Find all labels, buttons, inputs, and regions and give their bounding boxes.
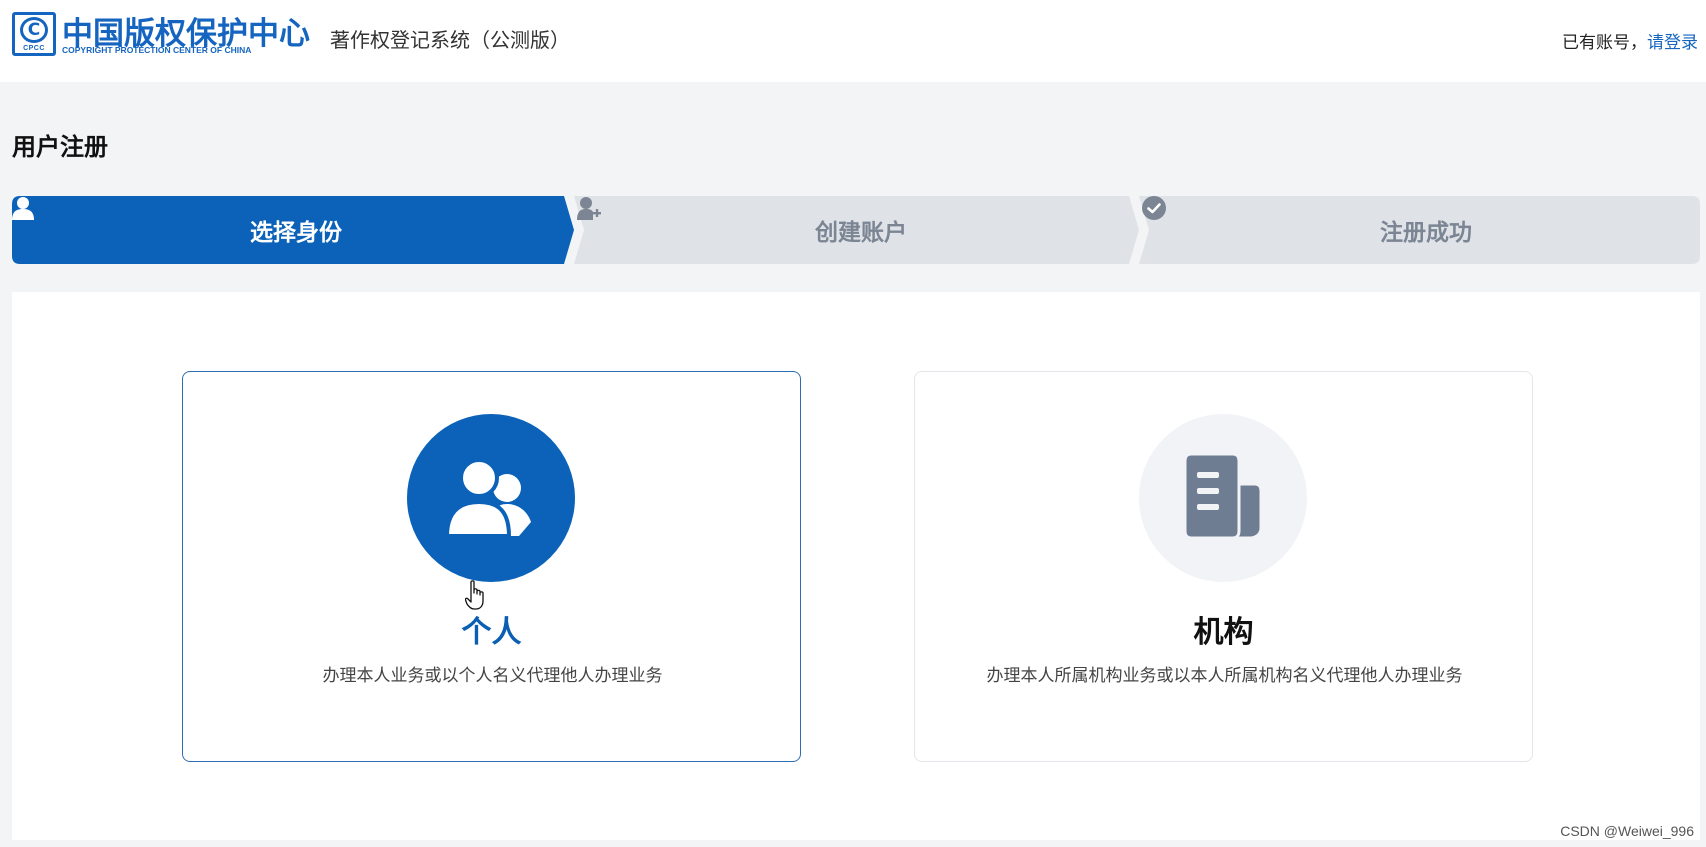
identity-icon-circle xyxy=(1139,414,1307,582)
step-registration-success: 注册成功 xyxy=(1142,196,1702,264)
step-label: 注册成功 xyxy=(1380,220,1472,246)
document-icon xyxy=(1183,452,1263,542)
step-label: 选择身份 xyxy=(250,220,342,246)
copyright-logo-icon: C CPCC xyxy=(12,12,56,56)
step-label: 创建账户 xyxy=(815,220,907,246)
identity-name: 个人 xyxy=(461,615,522,650)
identity-description: 办理本人业务或以个人名义代理他人办理业务 xyxy=(322,666,663,686)
cpcc-logo[interactable]: C CPCC 中国版权保护中心 COPYRIGHT PROTECTION CEN… xyxy=(12,12,310,56)
page-title: 用户注册 xyxy=(12,133,108,161)
top-header: C CPCC 中国版权保护中心 COPYRIGHT PROTECTION CEN… xyxy=(0,0,1706,82)
account-prompt: 已有账号，请登录 xyxy=(1562,28,1698,53)
organization-identity-card[interactable]: 机构 办理本人所属机构业务或以本人所属机构名义代理他人办理业务 xyxy=(914,371,1533,762)
identity-icon-circle xyxy=(407,414,575,582)
login-link[interactable]: 请登录 xyxy=(1647,33,1698,53)
personal-identity-card[interactable]: 个人 办理本人业务或以个人名义代理他人办理业务 xyxy=(182,371,801,762)
step-select-identity: 选择身份 xyxy=(12,196,572,264)
watermark: CSDN @Weiwei_996 xyxy=(1560,823,1694,839)
step-create-account: 创建账户 xyxy=(577,196,1137,264)
hand-pointer-cursor-icon xyxy=(464,580,487,614)
identity-selection-panel: 个人 办理本人业务或以个人名义代理他人办理业务 机构 办理本人所属机构业务或以本… xyxy=(12,292,1700,840)
identity-name: 机构 xyxy=(1193,615,1254,650)
identity-description: 办理本人所属机构业务或以本人所属机构名义代理他人办理业务 xyxy=(986,666,1463,686)
system-title: 著作权登记系统（公测版） xyxy=(330,28,570,52)
registration-steps: 选择身份 创建账户 注册成功 xyxy=(12,196,1700,264)
account-text: 已有账号， xyxy=(1562,33,1647,53)
logo-english-name: COPYRIGHT PROTECTION CENTER OF CHINA xyxy=(62,45,252,55)
users-icon xyxy=(444,456,537,540)
